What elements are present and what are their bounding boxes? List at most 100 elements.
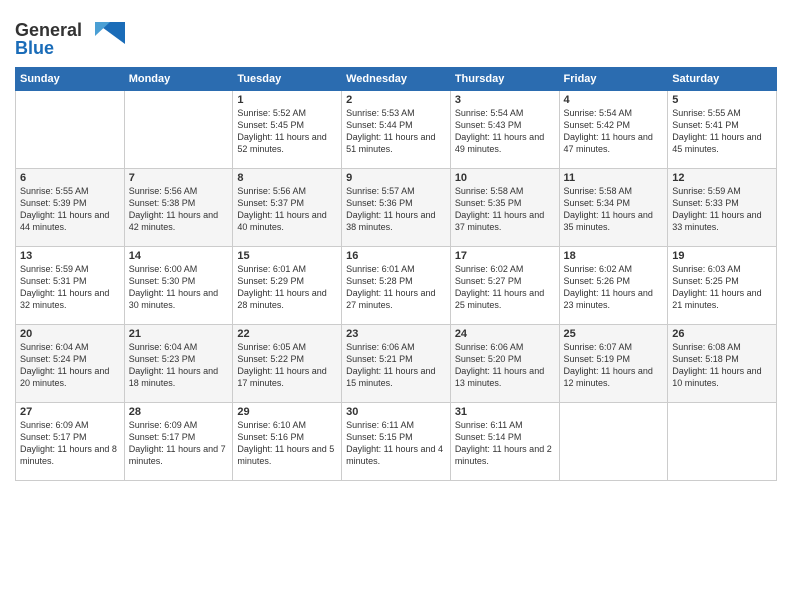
day-info: Sunrise: 6:11 AM Sunset: 5:14 PM Dayligh… (455, 419, 555, 468)
calendar-cell: 17Sunrise: 6:02 AM Sunset: 5:27 PM Dayli… (450, 247, 559, 325)
day-number: 22 (237, 328, 337, 340)
calendar-cell (668, 403, 777, 481)
day-number: 3 (455, 94, 555, 106)
calendar-cell: 21Sunrise: 6:04 AM Sunset: 5:23 PM Dayli… (124, 325, 233, 403)
day-number: 1 (237, 94, 337, 106)
day-number: 14 (129, 250, 229, 262)
calendar-cell: 8Sunrise: 5:56 AM Sunset: 5:37 PM Daylig… (233, 169, 342, 247)
day-info: Sunrise: 5:58 AM Sunset: 5:34 PM Dayligh… (564, 185, 664, 234)
calendar-cell: 24Sunrise: 6:06 AM Sunset: 5:20 PM Dayli… (450, 325, 559, 403)
calendar-cell: 28Sunrise: 6:09 AM Sunset: 5:17 PM Dayli… (124, 403, 233, 481)
calendar-cell: 14Sunrise: 6:00 AM Sunset: 5:30 PM Dayli… (124, 247, 233, 325)
day-number: 19 (672, 250, 772, 262)
calendar-cell: 2Sunrise: 5:53 AM Sunset: 5:44 PM Daylig… (342, 91, 451, 169)
header: General Blue (15, 10, 777, 59)
day-info: Sunrise: 6:00 AM Sunset: 5:30 PM Dayligh… (129, 263, 229, 312)
weekday-header: Friday (559, 68, 668, 91)
svg-text:General: General (15, 20, 82, 40)
svg-text:Blue: Blue (15, 38, 54, 58)
day-info: Sunrise: 5:52 AM Sunset: 5:45 PM Dayligh… (237, 107, 337, 156)
calendar-cell: 26Sunrise: 6:08 AM Sunset: 5:18 PM Dayli… (668, 325, 777, 403)
day-info: Sunrise: 6:01 AM Sunset: 5:29 PM Dayligh… (237, 263, 337, 312)
calendar-cell: 15Sunrise: 6:01 AM Sunset: 5:29 PM Dayli… (233, 247, 342, 325)
calendar-cell (559, 403, 668, 481)
weekday-header: Saturday (668, 68, 777, 91)
calendar-cell: 10Sunrise: 5:58 AM Sunset: 5:35 PM Dayli… (450, 169, 559, 247)
calendar-cell: 16Sunrise: 6:01 AM Sunset: 5:28 PM Dayli… (342, 247, 451, 325)
day-info: Sunrise: 6:01 AM Sunset: 5:28 PM Dayligh… (346, 263, 446, 312)
calendar-cell: 7Sunrise: 5:56 AM Sunset: 5:38 PM Daylig… (124, 169, 233, 247)
day-number: 7 (129, 172, 229, 184)
day-info: Sunrise: 6:02 AM Sunset: 5:27 PM Dayligh… (455, 263, 555, 312)
day-info: Sunrise: 6:06 AM Sunset: 5:20 PM Dayligh… (455, 341, 555, 390)
day-number: 2 (346, 94, 446, 106)
calendar-cell: 23Sunrise: 6:06 AM Sunset: 5:21 PM Dayli… (342, 325, 451, 403)
day-number: 9 (346, 172, 446, 184)
weekday-header: Sunday (16, 68, 125, 91)
calendar-week-row: 20Sunrise: 6:04 AM Sunset: 5:24 PM Dayli… (16, 325, 777, 403)
day-number: 5 (672, 94, 772, 106)
calendar-cell: 4Sunrise: 5:54 AM Sunset: 5:42 PM Daylig… (559, 91, 668, 169)
calendar-cell: 5Sunrise: 5:55 AM Sunset: 5:41 PM Daylig… (668, 91, 777, 169)
day-number: 18 (564, 250, 664, 262)
weekday-header: Monday (124, 68, 233, 91)
day-number: 6 (20, 172, 120, 184)
day-info: Sunrise: 6:04 AM Sunset: 5:24 PM Dayligh… (20, 341, 120, 390)
calendar-cell: 30Sunrise: 6:11 AM Sunset: 5:15 PM Dayli… (342, 403, 451, 481)
calendar-cell: 19Sunrise: 6:03 AM Sunset: 5:25 PM Dayli… (668, 247, 777, 325)
day-info: Sunrise: 6:06 AM Sunset: 5:21 PM Dayligh… (346, 341, 446, 390)
day-number: 12 (672, 172, 772, 184)
calendar-container: General Blue SundayMondayTuesdayWednesda… (0, 0, 792, 612)
calendar-cell: 22Sunrise: 6:05 AM Sunset: 5:22 PM Dayli… (233, 325, 342, 403)
calendar-week-row: 13Sunrise: 5:59 AM Sunset: 5:31 PM Dayli… (16, 247, 777, 325)
day-info: Sunrise: 6:03 AM Sunset: 5:25 PM Dayligh… (672, 263, 772, 312)
day-number: 24 (455, 328, 555, 340)
calendar-cell: 9Sunrise: 5:57 AM Sunset: 5:36 PM Daylig… (342, 169, 451, 247)
calendar-header-row: SundayMondayTuesdayWednesdayThursdayFrid… (16, 68, 777, 91)
calendar-cell: 6Sunrise: 5:55 AM Sunset: 5:39 PM Daylig… (16, 169, 125, 247)
calendar-cell: 12Sunrise: 5:59 AM Sunset: 5:33 PM Dayli… (668, 169, 777, 247)
day-number: 8 (237, 172, 337, 184)
day-number: 23 (346, 328, 446, 340)
weekday-header: Tuesday (233, 68, 342, 91)
day-number: 15 (237, 250, 337, 262)
day-info: Sunrise: 6:10 AM Sunset: 5:16 PM Dayligh… (237, 419, 337, 468)
day-number: 31 (455, 406, 555, 418)
calendar-table: SundayMondayTuesdayWednesdayThursdayFrid… (15, 67, 777, 481)
calendar-cell: 27Sunrise: 6:09 AM Sunset: 5:17 PM Dayli… (16, 403, 125, 481)
logo-svg: General Blue (15, 14, 125, 59)
day-number: 17 (455, 250, 555, 262)
day-number: 11 (564, 172, 664, 184)
day-info: Sunrise: 5:59 AM Sunset: 5:31 PM Dayligh… (20, 263, 120, 312)
day-info: Sunrise: 5:57 AM Sunset: 5:36 PM Dayligh… (346, 185, 446, 234)
day-info: Sunrise: 5:54 AM Sunset: 5:43 PM Dayligh… (455, 107, 555, 156)
calendar-week-row: 27Sunrise: 6:09 AM Sunset: 5:17 PM Dayli… (16, 403, 777, 481)
calendar-cell: 29Sunrise: 6:10 AM Sunset: 5:16 PM Dayli… (233, 403, 342, 481)
day-number: 27 (20, 406, 120, 418)
day-number: 30 (346, 406, 446, 418)
weekday-header: Wednesday (342, 68, 451, 91)
weekday-header: Thursday (450, 68, 559, 91)
day-info: Sunrise: 5:54 AM Sunset: 5:42 PM Dayligh… (564, 107, 664, 156)
calendar-cell: 31Sunrise: 6:11 AM Sunset: 5:14 PM Dayli… (450, 403, 559, 481)
day-info: Sunrise: 6:09 AM Sunset: 5:17 PM Dayligh… (129, 419, 229, 468)
day-info: Sunrise: 5:59 AM Sunset: 5:33 PM Dayligh… (672, 185, 772, 234)
day-number: 28 (129, 406, 229, 418)
day-info: Sunrise: 5:55 AM Sunset: 5:39 PM Dayligh… (20, 185, 120, 234)
calendar-week-row: 6Sunrise: 5:55 AM Sunset: 5:39 PM Daylig… (16, 169, 777, 247)
day-number: 20 (20, 328, 120, 340)
day-info: Sunrise: 5:58 AM Sunset: 5:35 PM Dayligh… (455, 185, 555, 234)
calendar-cell: 20Sunrise: 6:04 AM Sunset: 5:24 PM Dayli… (16, 325, 125, 403)
calendar-cell: 13Sunrise: 5:59 AM Sunset: 5:31 PM Dayli… (16, 247, 125, 325)
day-info: Sunrise: 6:11 AM Sunset: 5:15 PM Dayligh… (346, 419, 446, 468)
calendar-cell: 1Sunrise: 5:52 AM Sunset: 5:45 PM Daylig… (233, 91, 342, 169)
day-info: Sunrise: 6:08 AM Sunset: 5:18 PM Dayligh… (672, 341, 772, 390)
day-info: Sunrise: 5:56 AM Sunset: 5:38 PM Dayligh… (129, 185, 229, 234)
day-info: Sunrise: 5:56 AM Sunset: 5:37 PM Dayligh… (237, 185, 337, 234)
day-info: Sunrise: 6:09 AM Sunset: 5:17 PM Dayligh… (20, 419, 120, 468)
day-number: 25 (564, 328, 664, 340)
calendar-cell (124, 91, 233, 169)
day-number: 4 (564, 94, 664, 106)
calendar-cell (16, 91, 125, 169)
day-info: Sunrise: 6:02 AM Sunset: 5:26 PM Dayligh… (564, 263, 664, 312)
